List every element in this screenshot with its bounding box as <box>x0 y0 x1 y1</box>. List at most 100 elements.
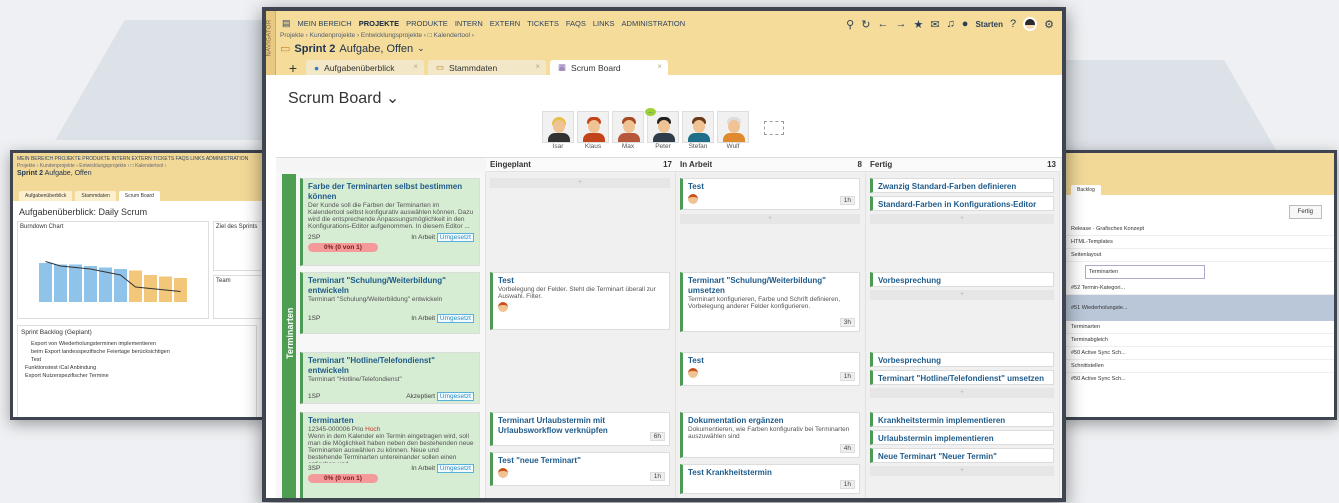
backlog-row[interactable]: Export Nutzerspezifischer Termine <box>21 372 253 380</box>
menu-item-intern[interactable]: INTERN <box>455 19 483 28</box>
task-card[interactable]: Terminart "Hotline/Telefondienst" umsetz… <box>870 370 1054 385</box>
task-card[interactable]: Test 1h <box>680 178 860 210</box>
forward-icon[interactable]: → <box>895 18 906 30</box>
status-badge[interactable]: Umgesetzt <box>436 233 474 242</box>
add-task-button[interactable]: + <box>490 178 670 188</box>
menu-item-administration[interactable]: ADMINISTRATION <box>622 19 686 28</box>
status-badge[interactable]: Umgesetzt <box>436 314 474 323</box>
add-task-button[interactable]: + <box>870 290 1054 300</box>
gear-icon[interactable]: ⚙ <box>1044 18 1054 31</box>
close-icon[interactable]: × <box>535 62 540 71</box>
right-row[interactable]: Schnittstellen <box>1065 360 1334 373</box>
drag-ghost[interactable]: Terminarten <box>1085 265 1205 279</box>
backlog-row[interactable]: Export von Wiederholungsterminen impleme… <box>21 340 253 348</box>
swimlane-terminarten[interactable]: Terminarten <box>282 174 296 498</box>
task-card[interactable]: Terminart Urlaubstermin mit Urlaubsworkf… <box>490 412 670 446</box>
team-member[interactable]: Stefan <box>682 111 714 150</box>
mail-icon[interactable]: ✉ <box>930 18 939 31</box>
task-card[interactable]: Test Vorbelegung der Felder. Steht die T… <box>490 272 670 330</box>
status-badge[interactable]: Umgesetzt <box>436 464 474 473</box>
menu-item-projekte[interactable]: PROJEKTE <box>359 19 399 28</box>
right-row[interactable]: #50 Active Sync Sch... <box>1065 347 1334 360</box>
home-icon[interactable]: ▤ <box>282 18 291 29</box>
menu-item-extern[interactable]: EXTERN <box>490 19 520 28</box>
user-avatar[interactable] <box>1023 17 1038 31</box>
menu-item-produkte[interactable]: PRODUKTE <box>406 19 448 28</box>
tab-scrum-board[interactable]: ▦ Scrum Board × <box>550 60 668 75</box>
search-icon[interactable]: ⚲ <box>846 18 854 31</box>
right-row[interactable]: #52 Termin-Kategori... <box>1065 282 1334 295</box>
task-card[interactable]: Urlaubstermin implementieren <box>870 430 1054 445</box>
story-card[interactable]: Terminart "Schulung/Weiterbildung" entwi… <box>300 272 480 334</box>
menu-item-links[interactable]: LINKS <box>593 19 615 28</box>
fertig-button[interactable]: Fertig <box>1288 205 1322 219</box>
progress-badge: 0% (0 von 1) <box>308 243 378 252</box>
star-icon[interactable]: ★ <box>913 18 923 31</box>
add-task-button[interactable]: + <box>870 388 1054 398</box>
menu-item-faqs[interactable]: FAQS <box>566 19 586 28</box>
menu-item-tickets[interactable]: TICKETS <box>527 19 559 28</box>
backlog-row[interactable]: beim Export landesspezifische Feiertage … <box>21 348 253 356</box>
left-window: MEIN BEREICH PROJEKTE PRODUKTE INTERN EX… <box>10 150 265 420</box>
backlog-row[interactable]: Test <box>21 356 253 364</box>
task-card[interactable]: Krankheitstermin implementieren <box>870 412 1054 427</box>
goal-panel: Ziel des Sprints <box>213 221 262 271</box>
status-badge[interactable]: Umgesetzt <box>436 392 474 401</box>
team-member[interactable]: Wulf <box>717 111 749 150</box>
bell-icon[interactable]: ♫ <box>947 18 955 30</box>
task-card[interactable]: Dokumentation ergänzen Dokumentieren, wi… <box>680 412 860 458</box>
back-icon[interactable]: ← <box>877 18 888 30</box>
navigator-strip[interactable]: NAVIGATOR <box>266 11 276 75</box>
start-icon[interactable]: ● <box>962 18 969 30</box>
story-card[interactable]: Farbe der Terminarten selbst bestimmen k… <box>300 178 480 266</box>
story-card[interactable]: Terminart "Hotline/Telefondienst" entwic… <box>300 352 480 404</box>
right-row-highlight[interactable]: #51 Wiederholungste... <box>1065 295 1334 321</box>
team-member[interactable]: Isar <box>542 111 574 150</box>
task-card[interactable]: Vorbesprechung <box>870 352 1054 367</box>
task-card[interactable]: Neue Terminart "Neuer Termin" implementi… <box>870 448 1054 463</box>
team-member[interactable]: Klaus <box>577 111 609 150</box>
hours-badge: 1h <box>839 480 855 489</box>
team-member[interactable]: … Peter <box>645 108 679 150</box>
chat-badge-icon: … <box>645 108 656 116</box>
task-card[interactable]: Zwanzig Standard-Farben definieren <box>870 178 1054 193</box>
breadcrumb[interactable]: Projekte › Kundenprojekte › Entwicklungs… <box>280 32 474 39</box>
right-tab-backlog[interactable]: Backlog <box>1071 185 1101 195</box>
right-row[interactable]: Release · Grafisches Konzept <box>1065 223 1334 236</box>
right-row[interactable]: Terminabgleich <box>1065 334 1334 347</box>
team-member[interactable]: Max <box>612 111 644 150</box>
task-card[interactable]: Test "neue Terminart" 1h <box>490 452 670 486</box>
story-card[interactable]: Terminarten 12345-000006 Prio Hoch Wenn … <box>300 412 480 498</box>
tab-aufgabenueberblick[interactable]: ● Aufgabenüberblick × <box>306 60 424 75</box>
task-title: Terminart "Hotline/Telefondienst" umsetz… <box>878 374 1044 383</box>
task-card[interactable]: Vorbesprechung <box>870 272 1054 287</box>
board-title[interactable]: Scrum Board ⌄ <box>288 88 399 108</box>
right-row[interactable]: #50 Active Sync Sch... <box>1065 373 1334 385</box>
add-tab-button[interactable]: + <box>284 61 302 75</box>
task-card[interactable]: Terminart "Schulung/Weiterbildung" umset… <box>680 272 860 332</box>
help-icon[interactable]: ? <box>1010 18 1016 30</box>
chevron-down-icon[interactable]: ⌄ <box>417 43 425 54</box>
right-row[interactable]: Terminarten <box>1065 321 1334 334</box>
left-tab-overview[interactable]: Aufgabenüberblick <box>19 191 73 201</box>
tab-stammdaten[interactable]: ▭ Stammdaten × <box>428 60 546 75</box>
start-button[interactable]: Starten <box>975 20 1003 29</box>
right-row[interactable]: HTML-Templates <box>1065 236 1334 249</box>
close-icon[interactable]: × <box>657 62 662 71</box>
task-title: Urlaubstermin implementieren <box>878 434 994 443</box>
task-card[interactable]: Test Krankheitstermin 1h <box>680 464 860 494</box>
left-tab-stammdaten[interactable]: Stammdaten <box>75 191 116 201</box>
close-icon[interactable]: × <box>413 62 418 71</box>
right-row[interactable]: Seitenlayout <box>1065 249 1334 262</box>
add-member-icon[interactable] <box>764 121 784 135</box>
backlog-row[interactable]: Funktionstest iCal Anbindung <box>21 364 253 372</box>
task-card[interactable]: Test 1h <box>680 352 860 386</box>
left-tab-scrum[interactable]: Scrum Board <box>118 191 160 201</box>
add-task-button[interactable]: + <box>680 214 860 224</box>
add-task-button[interactable]: + <box>870 214 1054 224</box>
menu-item-mein-bereich[interactable]: MEIN BEREICH <box>298 19 352 28</box>
task-card[interactable]: Standard-Farben in Konfigurations-Editor… <box>870 196 1054 211</box>
add-task-button[interactable]: + <box>870 466 1054 476</box>
task-title: Terminart Urlaubstermin mit Urlaubsworkf… <box>498 416 608 435</box>
refresh-icon[interactable]: ↻ <box>861 18 870 31</box>
